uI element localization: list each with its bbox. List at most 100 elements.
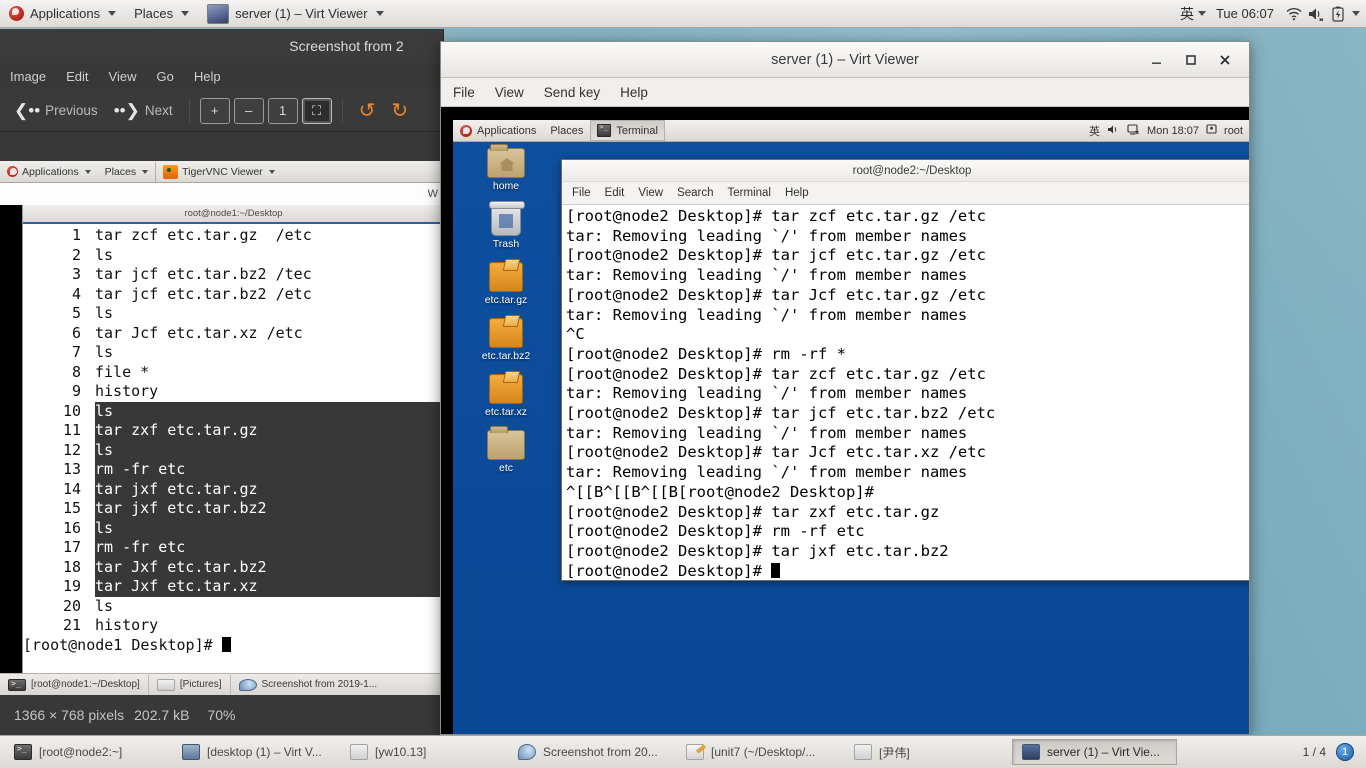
guest-applications-menu[interactable]: Applications: [453, 120, 543, 141]
guest-window-selector[interactable]: Terminal: [590, 120, 665, 141]
chevron-down-icon[interactable]: [1352, 11, 1360, 16]
chevron-down-icon: [181, 11, 189, 16]
wifi-icon[interactable]: [1284, 4, 1304, 24]
maximize-icon[interactable]: [1183, 52, 1199, 68]
task-screenshot[interactable]: Screenshot from 20...: [508, 739, 673, 765]
term2-menu-view[interactable]: View: [638, 187, 663, 199]
menu-help[interactable]: Help: [194, 69, 221, 84]
terminal-line: tar: Removing leading `/' from member na…: [566, 424, 1249, 444]
desktop-icon-etc[interactable]: etc: [471, 430, 541, 474]
host-system-tray: 英 Tue 06:07: [1180, 4, 1366, 24]
zoom-in-button[interactable]: +: [200, 98, 230, 124]
task-yinwei[interactable]: [尹伟]: [844, 739, 1009, 765]
menu-edit[interactable]: Edit: [66, 69, 88, 84]
tigervnc-icon: [163, 165, 178, 179]
virt-viewer-title: server (1) – Virt Viewer: [441, 52, 1249, 68]
vnc-applications-menu[interactable]: Applications: [0, 162, 98, 182]
history-line-command: file *: [95, 363, 149, 383]
desktop-icon-etc-tar-bz2[interactable]: etc.tar.bz2: [471, 318, 541, 362]
term2-menu-help[interactable]: Help: [785, 187, 809, 199]
virt-menu-send-key[interactable]: Send key: [544, 85, 600, 100]
desktop-icon-home[interactable]: home: [471, 148, 541, 192]
close-icon[interactable]: [1217, 52, 1233, 68]
arrow-right-icon: ••❯: [114, 101, 140, 121]
zoom-out-button[interactable]: –: [234, 98, 264, 124]
desktop-icon-trash-label: Trash: [493, 238, 519, 250]
inner-task-pictures-label: [Pictures]: [180, 679, 222, 690]
user-icon[interactable]: [1206, 124, 1217, 138]
inner-task-screenshot-label: Screenshot from 2019-1...: [262, 679, 378, 690]
history-line: 16ls: [23, 519, 444, 539]
guest-places-menu[interactable]: Places: [543, 120, 590, 141]
virt-menu-view[interactable]: View: [495, 85, 524, 100]
menu-view[interactable]: View: [109, 69, 137, 84]
host-window-selector-label: server (1) – Virt Viewer: [235, 6, 367, 21]
virt-viewer-window: server (1) – Virt Viewer File View Send …: [440, 41, 1250, 735]
places-menu-label: Places: [134, 6, 173, 21]
term2-menu-edit[interactable]: Edit: [605, 187, 625, 199]
host-clock[interactable]: Tue 06:07: [1208, 6, 1282, 21]
history-line-command: ls: [95, 519, 113, 539]
menu-go[interactable]: Go: [157, 69, 174, 84]
fedora-logo-icon: [460, 125, 472, 137]
previous-button[interactable]: ❮•• Previous: [8, 98, 104, 124]
host-workspace-badge[interactable]: 1: [1336, 743, 1354, 761]
normal-size-button[interactable]: 1: [268, 98, 298, 124]
terminal-line: tar: Removing leading `/' from member na…: [566, 266, 1249, 286]
rotate-right-button[interactable]: ↻: [385, 98, 414, 124]
term2-menu-file[interactable]: File: [572, 187, 591, 199]
guest-desktop[interactable]: home Trash etc.tar.gz etc.tar.bz2 etc.ta…: [453, 142, 1249, 734]
term2-menu-terminal[interactable]: Terminal: [728, 187, 771, 199]
vnc-window-selector[interactable]: TigerVNC Viewer: [155, 162, 282, 182]
host-window-selector[interactable]: server (1) – Virt Viewer: [198, 1, 392, 27]
desktop-icon-etc-tar-gz[interactable]: etc.tar.gz: [471, 262, 541, 306]
desktop-icon-trash[interactable]: Trash: [471, 204, 541, 250]
virt-viewer-guest-display[interactable]: Applications Places Terminal 英 Mon 18:07: [441, 107, 1249, 734]
task-desktop-virt-viewer[interactable]: [desktop (1) – Virt V...: [172, 739, 337, 765]
chevron-down-icon: [142, 170, 148, 174]
next-button[interactable]: ••❯ Next: [108, 98, 179, 124]
vnc-places-menu[interactable]: Places: [98, 162, 156, 182]
battery-icon[interactable]: [1328, 4, 1348, 24]
guest-input-method[interactable]: 英: [1089, 123, 1100, 139]
chevron-down-icon[interactable]: [1198, 11, 1206, 16]
minimize-icon[interactable]: [1149, 52, 1165, 68]
terminal-line: tar: Removing leading `/' from member na…: [566, 306, 1249, 326]
best-fit-button[interactable]: ⛶: [302, 98, 332, 124]
rotate-left-button[interactable]: ↺: [353, 98, 382, 124]
desktop-icon-etc-tar-xz[interactable]: etc.tar.xz: [471, 374, 541, 418]
applications-menu[interactable]: Applications: [0, 1, 125, 27]
history-line-number: 19: [23, 577, 95, 597]
next-button-label: Next: [145, 103, 173, 118]
network-muted-icon[interactable]: [1127, 124, 1140, 138]
menu-image[interactable]: Image: [10, 69, 46, 84]
history-line: 17rm -fr etc: [23, 538, 444, 558]
virt-viewer-titlebar[interactable]: server (1) – Virt Viewer: [441, 42, 1249, 78]
inner-task-screenshot[interactable]: Screenshot from 2019-1...: [231, 675, 386, 695]
task-yw10[interactable]: [yw10.13]: [340, 739, 505, 765]
volume-muted-icon[interactable]: [1306, 4, 1326, 24]
virt-menu-help[interactable]: Help: [620, 85, 648, 100]
vnc-window-strip: W: [0, 183, 444, 205]
history-line-number: 20: [23, 597, 95, 617]
places-menu[interactable]: Places: [125, 1, 198, 27]
guest-clock[interactable]: Mon 18:07: [1147, 125, 1199, 137]
inner-task-pictures[interactable]: [Pictures]: [149, 675, 231, 695]
term2-menu-search[interactable]: Search: [677, 187, 713, 199]
task-root-node2[interactable]: [root@node2:~]: [4, 739, 169, 765]
terminal-node2-output[interactable]: [root@node2 Desktop]# tar zcf etc.tar.gz…: [562, 205, 1249, 580]
history-line-number: 18: [23, 558, 95, 578]
inner-task-terminal[interactable]: [root@node1:~/Desktop]: [0, 675, 149, 695]
volume-icon[interactable]: [1107, 124, 1120, 138]
chevron-down-icon: [85, 170, 91, 174]
terminal-line: [root@node2 Desktop]# tar jxf etc.tar.bz…: [566, 542, 1249, 562]
guest-user-label[interactable]: root: [1224, 125, 1243, 137]
virt-menu-file[interactable]: File: [453, 85, 475, 100]
task-unit7[interactable]: [unit7 (~/Desktop/...: [676, 739, 841, 765]
input-method-indicator[interactable]: 英: [1180, 4, 1194, 24]
task-server-virt-viewer[interactable]: server (1) – Virt Vie...: [1012, 739, 1177, 765]
image-viewer-statusbar: 1366 × 768 pixels 202.7 kB 70%: [0, 695, 444, 735]
history-line-number: 9: [23, 382, 95, 402]
terminal-node1-output[interactable]: 1tar zcf etc.tar.gz /etc2ls3tar jcf etc.…: [23, 224, 444, 675]
history-line-command: tar zcf etc.tar.gz /etc: [95, 226, 312, 246]
